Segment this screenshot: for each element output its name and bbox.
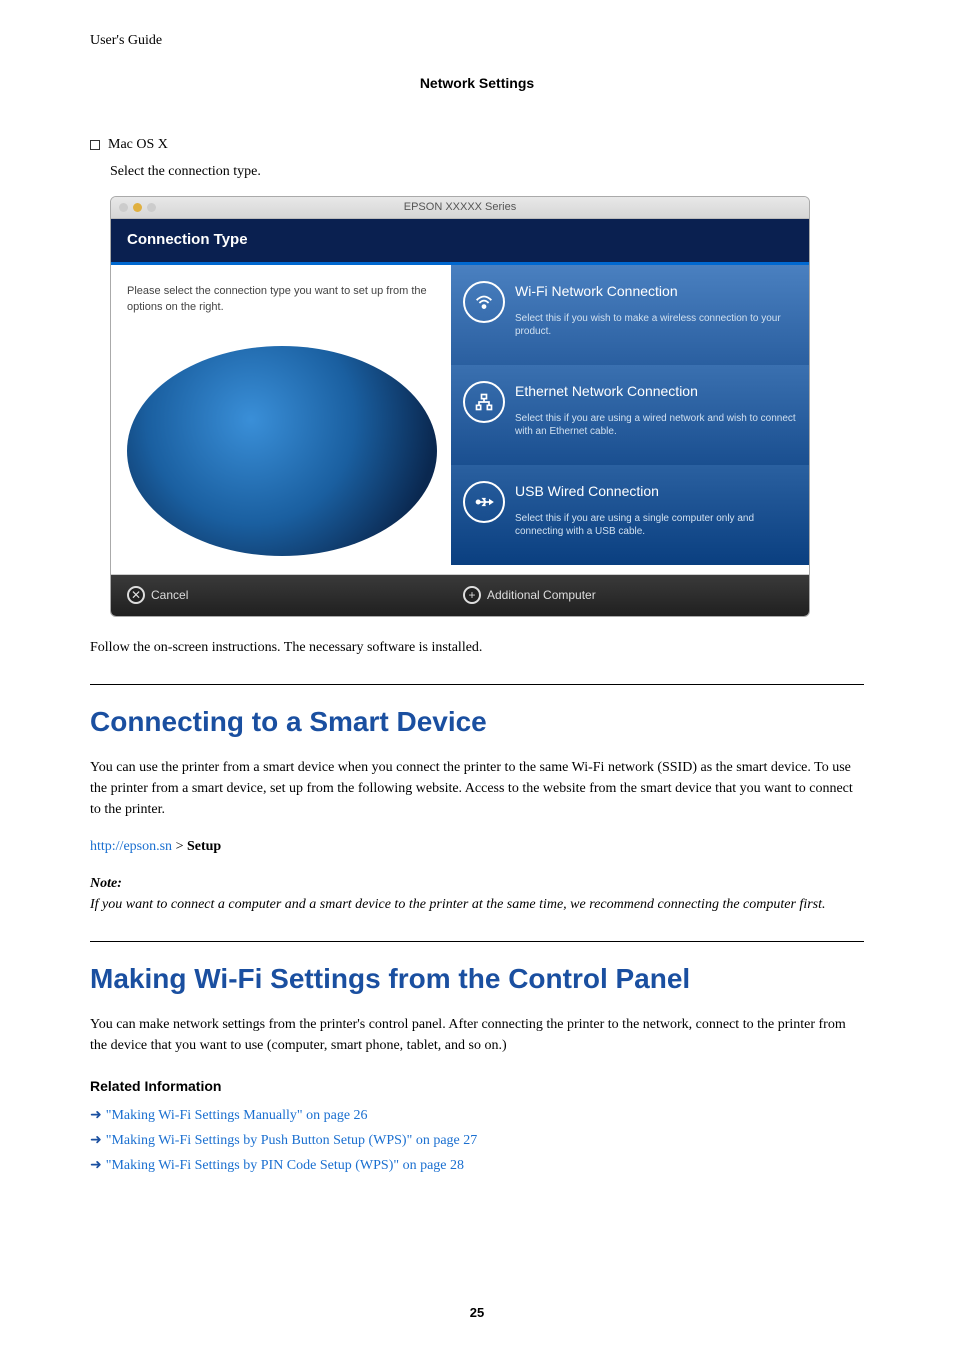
setup-bold: Setup	[187, 839, 221, 854]
arrow-icon: ➜	[90, 1105, 102, 1126]
plus-icon: +	[463, 586, 481, 604]
window-titlebar: EPSON XXXXX Series	[111, 197, 809, 219]
wifi-title: Wi-Fi Network Connection	[515, 281, 797, 302]
left-instruction-text: Please select the connection type you wa…	[127, 283, 435, 316]
section-heading: Network Settings	[90, 73, 864, 94]
usb-icon	[463, 481, 505, 523]
breadcrumb-guide: User's Guide	[90, 30, 864, 51]
arrow-icon: ➜	[90, 1130, 102, 1151]
setup-line: http://epson.sn > Setup	[90, 836, 864, 857]
rel2-text: "Making Wi-Fi Settings by Push Button Se…	[106, 1130, 478, 1151]
cancel-icon: ✕	[127, 586, 145, 604]
heading-wifi-control-panel: Making Wi-Fi Settings from the Control P…	[90, 941, 864, 1000]
arrow-icon: ➜	[90, 1155, 102, 1176]
os-bullet-row: Mac OS X	[90, 134, 864, 155]
smart-device-para: You can use the printer from a smart dev…	[90, 757, 864, 820]
panel-title: Connection Type	[111, 219, 809, 265]
additional-label: Additional Computer	[487, 586, 596, 604]
option-ethernet[interactable]: Ethernet Network Connection Select this …	[451, 365, 809, 465]
wifi-icon	[463, 281, 505, 323]
heading-smart-device: Connecting to a Smart Device	[90, 684, 864, 743]
ethernet-desc: Select this if you are using a wired net…	[515, 412, 797, 438]
setup-url-link[interactable]: http://epson.sn	[90, 839, 172, 854]
page-number: 25	[0, 1303, 954, 1323]
follow-instructions-text: Follow the on-screen instructions. The n…	[90, 637, 864, 658]
usb-desc: Select this if you are using a single co…	[515, 512, 797, 538]
related-link-1[interactable]: ➜ "Making Wi-Fi Settings Manually" on pa…	[90, 1105, 864, 1126]
usb-title: USB Wired Connection	[515, 481, 797, 502]
cancel-button[interactable]: ✕ Cancel	[111, 575, 451, 616]
note-body: If you want to connect a computer and a …	[90, 894, 864, 915]
rel3-text: "Making Wi-Fi Settings by PIN Code Setup…	[106, 1155, 464, 1176]
option-usb[interactable]: USB Wired Connection Select this if you …	[451, 465, 809, 565]
note-block: Note: If you want to connect a computer …	[90, 873, 864, 915]
related-info-heading: Related Information	[90, 1076, 864, 1097]
additional-computer-button[interactable]: + Additional Computer	[451, 575, 809, 616]
note-label: Note:	[90, 873, 864, 894]
installer-screenshot: EPSON XXXXX Series Connection Type Pleas…	[110, 196, 810, 617]
option-wifi[interactable]: Wi-Fi Network Connection Select this if …	[451, 265, 809, 365]
related-link-3[interactable]: ➜ "Making Wi-Fi Settings by PIN Code Set…	[90, 1155, 864, 1176]
related-link-2[interactable]: ➜ "Making Wi-Fi Settings by Push Button …	[90, 1130, 864, 1151]
wifi-desc: Select this if you wish to make a wirele…	[515, 312, 797, 338]
rel1-text: "Making Wi-Fi Settings Manually" on page…	[106, 1105, 368, 1126]
ethernet-icon	[463, 381, 505, 423]
checkbox-icon	[90, 140, 100, 150]
window-title: EPSON XXXXX Series	[111, 199, 809, 216]
wifi-control-para: You can make network settings from the p…	[90, 1014, 864, 1056]
ethernet-title: Ethernet Network Connection	[515, 381, 797, 402]
os-label: Mac OS X	[108, 134, 168, 155]
cancel-label: Cancel	[151, 586, 188, 604]
os-instruction: Select the connection type.	[90, 161, 864, 182]
setup-gt: >	[172, 839, 187, 854]
globe-image	[127, 346, 437, 556]
